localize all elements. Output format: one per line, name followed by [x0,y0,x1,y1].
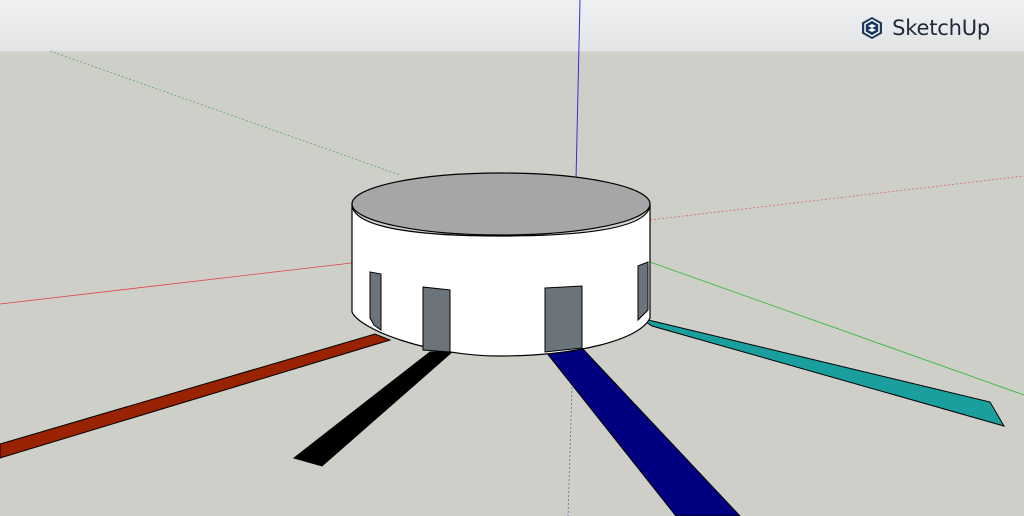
teal-path[interactable] [639,317,1006,427]
sketchup-logo-icon [862,17,883,39]
red-axis-positive [649,175,1024,221]
red-axis-negative [0,261,361,305]
door-far-left[interactable] [369,271,382,331]
green-axis-negative [49,50,401,176]
door-right[interactable] [544,285,583,353]
blue-axis-positive [575,0,581,181]
door-left[interactable] [422,286,451,353]
3d-scene[interactable] [0,0,1024,516]
navy-path[interactable] [545,347,741,516]
black-path[interactable] [292,351,454,467]
brand-name: SketchUp [892,16,990,40]
door-far-right[interactable] [637,261,649,322]
cylinder-top[interactable] [351,172,651,236]
sketchup-brand: SketchUp [860,16,990,40]
model-viewport[interactable]: SketchUp [0,0,1024,516]
